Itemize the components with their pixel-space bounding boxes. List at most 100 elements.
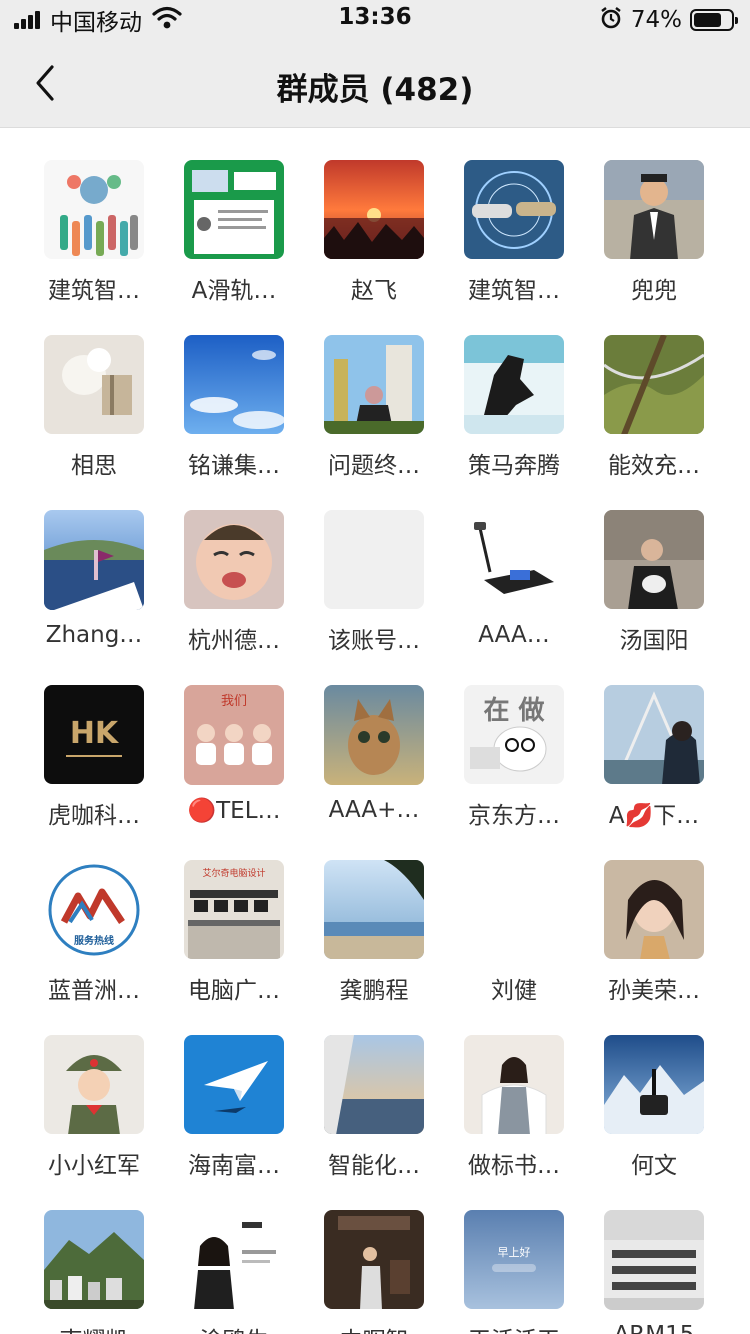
avatar-image: [604, 860, 704, 960]
member-item[interactable]: 能效充…: [584, 335, 724, 480]
member-avatar: 我们: [184, 685, 284, 785]
avatar-image: [44, 335, 144, 435]
member-avatar: [44, 1035, 144, 1135]
member-item[interactable]: 艾尔奇电脑设计 电脑广…: [164, 860, 304, 1005]
member-item[interactable]: 涂鸥生: [164, 1210, 304, 1334]
member-item[interactable]: 南耀凯: [24, 1210, 164, 1334]
avatar-image: [604, 510, 704, 610]
member-avatar: 艾尔奇电脑设计: [184, 860, 284, 960]
member-item[interactable]: 建筑智…: [24, 160, 164, 305]
member-name: 该账号…: [328, 628, 420, 655]
member-item[interactable]: 服务热线 蓝普洲…: [24, 860, 164, 1005]
member-avatar: [464, 160, 564, 260]
member-avatar: [184, 1210, 284, 1310]
member-avatar: [604, 335, 704, 435]
svg-text:服务热线: 服务热线: [74, 934, 114, 947]
member-avatar: 服务热线: [44, 860, 144, 960]
member-item[interactable]: 相思: [24, 335, 164, 480]
battery-icon: [690, 9, 738, 31]
member-avatar: 在 做: [464, 685, 564, 785]
member-avatar: [184, 160, 284, 260]
member-avatar: [324, 1210, 424, 1310]
member-avatar: [44, 160, 144, 260]
member-item[interactable]: A💋下…: [584, 685, 724, 830]
member-item[interactable]: 小小红军: [24, 1035, 164, 1180]
member-item[interactable]: 龚鹏程: [304, 860, 444, 1005]
member-item[interactable]: 智能化…: [304, 1035, 444, 1180]
svg-text:在 做: 在 做: [483, 696, 544, 726]
member-avatar: [184, 335, 284, 435]
member-item[interactable]: 策马奔腾: [444, 335, 584, 480]
member-avatar: [464, 335, 564, 435]
member-item[interactable]: Zhang…: [24, 510, 164, 655]
svg-text:艾尔奇电脑设计: 艾尔奇电脑设计: [202, 867, 265, 879]
member-item[interactable]: 在 做 京东方…: [444, 685, 584, 830]
member-name: 🔴TEL…: [187, 798, 281, 824]
avatar-image: [324, 685, 424, 785]
member-name: 南耀凯: [31, 1321, 157, 1334]
member-item[interactable]: HK 虎咖科…: [24, 685, 164, 830]
avatar-image: [184, 160, 284, 260]
member-name: 中晖智: [311, 1321, 437, 1334]
member-item[interactable]: 该账号…: [304, 510, 444, 655]
svg-text:HK: HK: [70, 716, 120, 751]
member-avatar: [604, 160, 704, 260]
member-item[interactable]: 铭谦集…: [164, 335, 304, 480]
member-name: 刘健: [491, 978, 537, 1005]
avatar-image: 艾尔奇电脑设计: [184, 860, 284, 960]
member-avatar: [44, 335, 144, 435]
member-item[interactable]: A滑轨…: [164, 160, 304, 305]
member-grid: 建筑智… A滑轨… 赵飞 建筑智… 兜兜 相思 铭谦集… 问题终… 策马奔腾 能…: [24, 160, 726, 1334]
member-name: AAA…: [478, 622, 550, 648]
member-item[interactable]: 汤国阳: [584, 510, 724, 655]
member-item[interactable]: 早上好 王活活王: [444, 1210, 584, 1334]
avatar-image: [324, 1035, 424, 1135]
member-item[interactable]: 杭州德…: [164, 510, 304, 655]
member-item[interactable]: 我们 🔴TEL…: [164, 685, 304, 830]
member-item[interactable]: 建筑智…: [444, 160, 584, 305]
member-item[interactable]: 刘健: [444, 860, 584, 1005]
member-avatar: [324, 685, 424, 785]
member-name: Zhang…: [45, 622, 143, 648]
member-name: 能效充…: [608, 453, 700, 480]
member-avatar: [324, 860, 424, 960]
member-name: 做标书…: [468, 1153, 560, 1180]
member-name: ARM15: [591, 1322, 717, 1334]
alarm-icon: [599, 6, 623, 34]
member-item[interactable]: 中晖智: [304, 1210, 444, 1334]
member-item[interactable]: 兜兜: [584, 160, 724, 305]
member-item[interactable]: 海南富…: [164, 1035, 304, 1180]
member-name: 铭谦集…: [188, 453, 280, 480]
member-avatar: [604, 1210, 704, 1310]
member-avatar: [324, 510, 424, 610]
member-avatar: [324, 160, 424, 260]
avatar-image: [44, 1035, 144, 1135]
avatar-image: [464, 335, 564, 435]
member-item[interactable]: 何文: [584, 1035, 724, 1180]
member-item[interactable]: 问题终…: [304, 335, 444, 480]
member-item[interactable]: 做标书…: [444, 1035, 584, 1180]
member-avatar: [324, 1035, 424, 1135]
svg-text:我们: 我们: [221, 694, 247, 709]
member-avatar: [604, 510, 704, 610]
member-item[interactable]: 孙美荣…: [584, 860, 724, 1005]
member-item[interactable]: AAA…: [444, 510, 584, 655]
avatar-image: [324, 860, 424, 960]
member-item[interactable]: ARM15: [584, 1210, 724, 1334]
member-avatar: 早上好: [464, 1210, 564, 1310]
member-name: 策马奔腾: [468, 453, 560, 480]
avatar-image: [184, 510, 284, 610]
avatar-image: 早上好: [464, 1210, 564, 1310]
member-name: AAA+…: [328, 797, 420, 823]
avatar-image: HK: [44, 685, 144, 785]
member-name: 小小红军: [48, 1153, 140, 1180]
member-name: 杭州德…: [188, 628, 280, 655]
member-avatar: [604, 1035, 704, 1135]
avatar-image: [604, 335, 704, 435]
avatar-image: [464, 510, 564, 610]
navigation-bar: 群成员 (482): [0, 40, 750, 128]
member-item[interactable]: 赵飞: [304, 160, 444, 305]
member-item[interactable]: AAA+…: [304, 685, 444, 830]
avatar-image: [464, 860, 564, 959]
avatar-image: [184, 1035, 284, 1135]
